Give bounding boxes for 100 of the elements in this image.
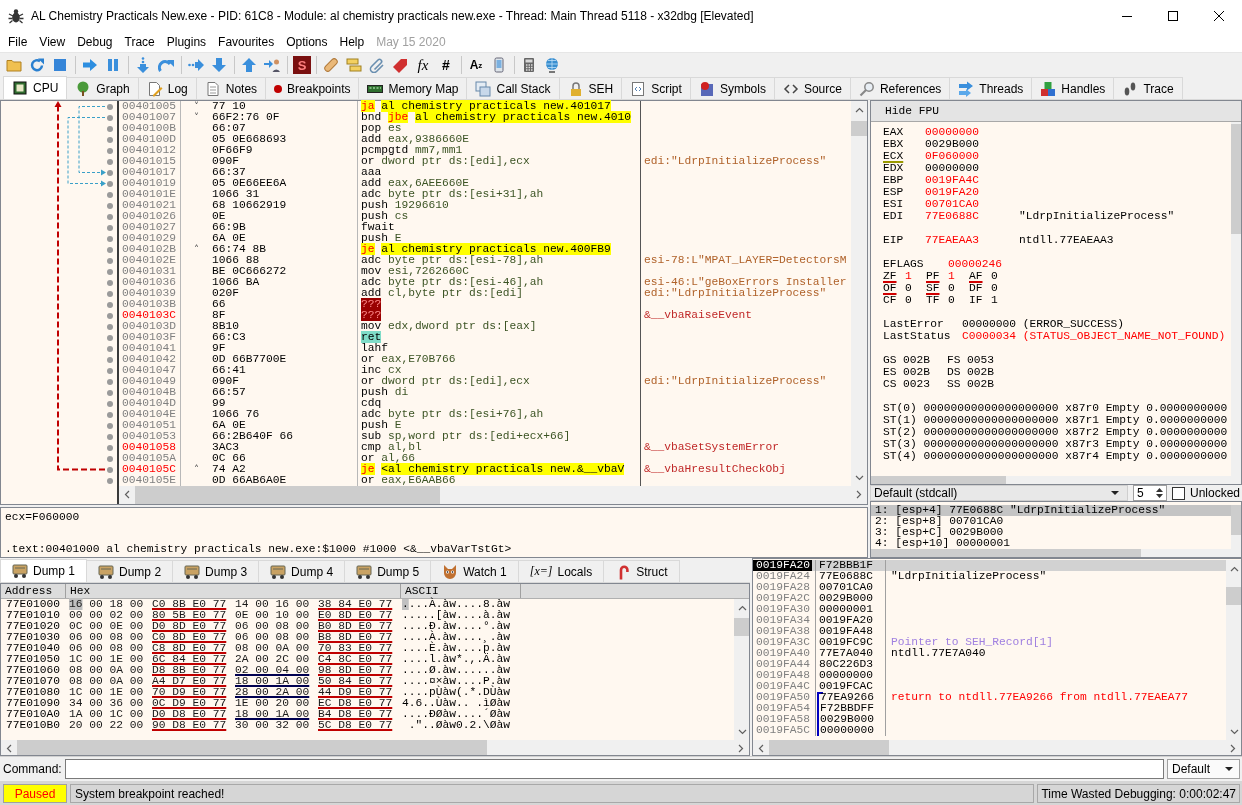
tab[interactable]: Struct	[603, 560, 680, 582]
tab[interactable]: Handles	[1031, 77, 1115, 99]
toolbar-button[interactable]: #	[435, 54, 457, 76]
vertical-scrollbar[interactable]	[1231, 122, 1241, 476]
calculator-icon	[521, 57, 537, 73]
address: 00401051	[122, 419, 176, 431]
scrollbar-thumb[interactable]	[1226, 587, 1241, 605]
tab[interactable]: CPU	[3, 76, 68, 99]
address: 00401039	[122, 287, 176, 299]
tab[interactable]: Graph	[66, 77, 139, 99]
menu-item[interactable]: Plugins	[160, 32, 213, 51]
tab[interactable]: Trace	[1113, 77, 1183, 99]
scrollbar-thumb[interactable]	[1231, 505, 1241, 535]
vertical-scrollbar[interactable]	[734, 599, 749, 740]
register-name: EAX	[883, 126, 905, 138]
scrollbar-thumb[interactable]	[871, 476, 1006, 484]
instruction-bytes: 1066 76	[212, 409, 260, 420]
tab[interactable]: Dump 3	[172, 560, 260, 582]
vertical-scrollbar[interactable]	[851, 101, 867, 486]
instruction: or eax,E6AAB66	[361, 474, 456, 486]
comment: &__vbaHresultCheckObj	[644, 463, 786, 475]
stack-value: 77EA9266	[817, 692, 874, 703]
instruction: ???	[361, 309, 382, 321]
menu-item[interactable]: Options	[280, 32, 334, 51]
dump-address: 77E010A0	[5, 709, 61, 720]
instruction: or dword ptr ds:[edi],ecx	[361, 155, 530, 167]
scrollbar-thumb[interactable]	[17, 740, 487, 755]
hex-bytes: 0E 00 10 00	[235, 609, 310, 621]
convention-dropdown[interactable]: Default (stdcall)	[870, 485, 1128, 501]
tab[interactable]: Log	[137, 77, 197, 99]
tab[interactable]: References	[849, 77, 951, 99]
hex-bytes: 70 D9 E0 77	[152, 686, 227, 698]
segment-name: ES	[883, 366, 898, 378]
instruction: mov esi,7262660C	[361, 265, 470, 277]
stack-value: 0019FC9C	[818, 637, 873, 648]
instruction-bytes: 9F	[212, 343, 226, 354]
tab[interactable]: Notes	[195, 77, 267, 99]
dump-address: 77E010B0	[5, 720, 61, 731]
bullet-icon	[107, 444, 113, 451]
command-label: Command:	[3, 762, 62, 776]
address: 00401017	[122, 166, 176, 178]
tab[interactable]: Script	[621, 77, 691, 99]
tab[interactable]: Watch 1	[430, 560, 519, 582]
tab[interactable]: Dump 2	[86, 560, 174, 582]
bullet-icon	[107, 400, 113, 407]
argument-row[interactable]: 1: [esp+4] 77E0688C "LdrpInitializeProcess"	[871, 505, 1231, 516]
tab[interactable]: Dump 1	[0, 559, 88, 582]
menu-item[interactable]: Favourites	[212, 32, 281, 51]
command-field[interactable]	[64, 759, 1164, 779]
instruction: push di	[361, 386, 409, 398]
square-icon	[52, 57, 68, 73]
tab[interactable]: Dump 4	[258, 560, 346, 582]
horizontal-scrollbar[interactable]	[871, 549, 1241, 557]
address: 00401015	[122, 155, 176, 167]
argument-row[interactable]: 3: [esp+C] 0029B000	[871, 527, 1231, 538]
menu-item[interactable]: Debug	[71, 32, 119, 51]
horizontal-scrollbar[interactable]	[119, 486, 867, 504]
mode-dropdown[interactable]: Default	[1167, 759, 1240, 779]
menu-item[interactable]: Trace	[118, 32, 161, 51]
bullet-icon	[107, 356, 113, 363]
toolbar-button[interactable]: S	[293, 56, 311, 74]
argument-row[interactable]: 4: [esp+10] 00000001	[871, 538, 1231, 549]
segment-value: 002B	[967, 366, 995, 378]
scrollbar-thumb[interactable]	[851, 121, 867, 136]
address: 00401042	[122, 353, 176, 365]
tab[interactable]: Breakpoints	[265, 77, 360, 99]
tab[interactable]: SEH	[558, 77, 623, 99]
horizontal-scrollbar[interactable]	[1, 740, 749, 755]
scrollbar-thumb[interactable]	[734, 618, 749, 636]
horizontal-scrollbar[interactable]	[753, 740, 1241, 755]
argument-row[interactable]: 2: [esp+8] 00701CA0	[871, 516, 1231, 527]
menu-item[interactable]: View	[33, 32, 72, 51]
tab[interactable]: Call Stack	[466, 77, 560, 99]
info-text: .text:00401000 al chemistry practicals new.exe:$1000 #1000 <&__vbaVarTstGt>	[5, 543, 513, 555]
instruction-bytes: 0D 66B7700E	[212, 354, 287, 365]
hide-fpu-button[interactable]: Hide FPU	[871, 101, 1241, 122]
flag-name: DF	[969, 282, 984, 294]
scrollbar-thumb[interactable]	[135, 486, 440, 504]
menu-item[interactable]: Help	[333, 32, 371, 51]
vertical-scrollbar[interactable]	[1226, 560, 1241, 740]
scrollbar-thumb[interactable]	[1231, 124, 1241, 234]
toolbar-button[interactable]: fx	[412, 54, 434, 76]
menu-item[interactable]: File	[2, 32, 34, 51]
checkbox[interactable]	[1171, 486, 1185, 500]
tab[interactable]: Symbols	[689, 77, 775, 99]
document-icon	[204, 80, 221, 97]
instruction: je al chemistry practicals new.400FB9	[361, 243, 611, 255]
tab[interactable]: Dump 5	[344, 560, 432, 582]
instruction-bytes: 090F	[212, 376, 239, 387]
vertical-scrollbar[interactable]	[1231, 505, 1241, 549]
horizontal-scrollbar[interactable]	[871, 476, 1241, 484]
hex-bytes: 98 8D E0 77	[318, 664, 393, 676]
scrollbar-thumb[interactable]	[769, 740, 889, 755]
scrollbar-thumb[interactable]	[871, 549, 1141, 557]
tab[interactable]: Memory Map	[358, 77, 468, 99]
count-spinner[interactable]: 5	[1132, 485, 1167, 501]
tab[interactable]: Threads	[949, 77, 1033, 99]
stack-address: 0019FA4C	[755, 681, 811, 692]
status-name: LastStatus	[883, 330, 952, 342]
hex-bytes: 18 00 1A 00	[235, 675, 310, 687]
